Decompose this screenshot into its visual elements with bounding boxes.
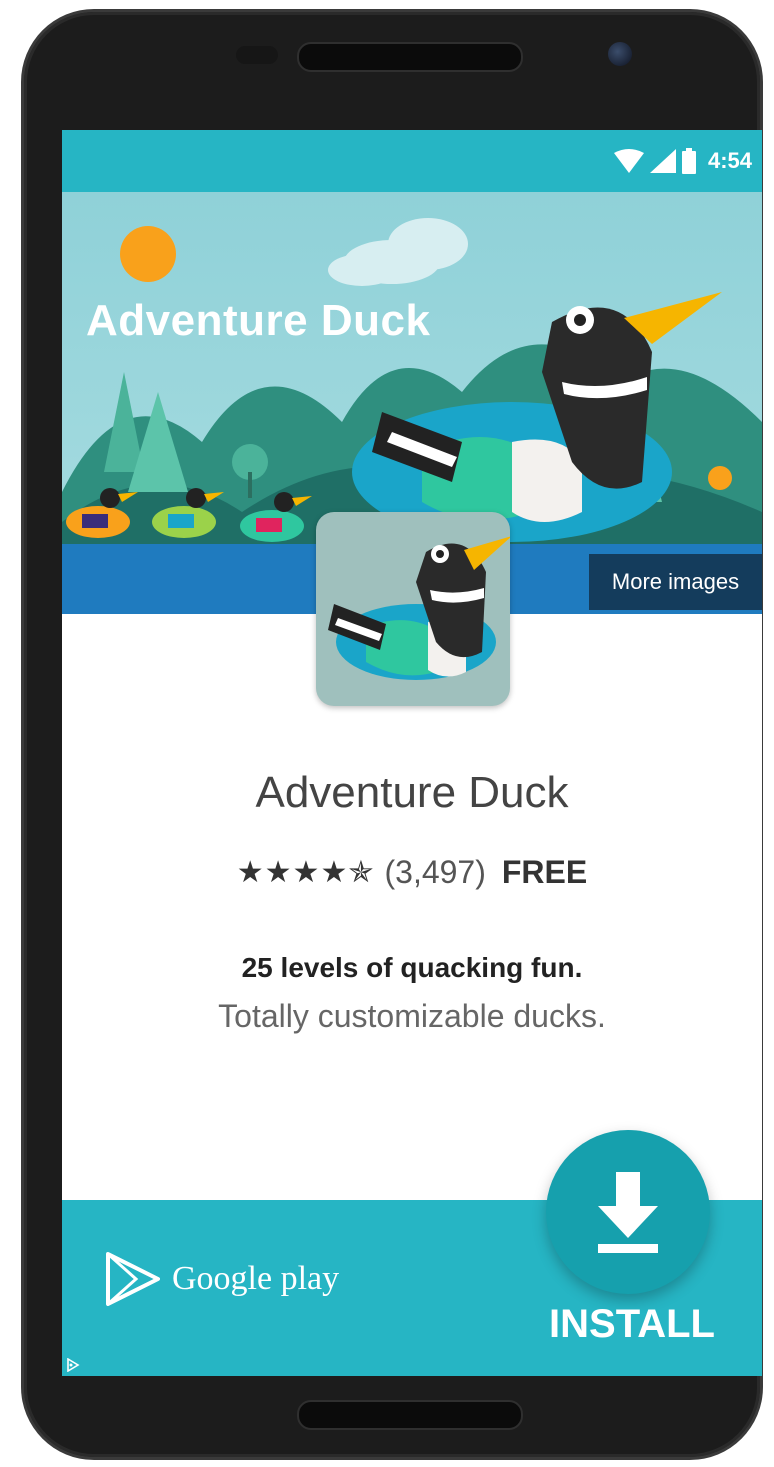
sun-icon: [120, 226, 176, 282]
banner-title: Adventure Duck: [86, 296, 431, 345]
bottom-speaker: [297, 1400, 523, 1430]
duck-icon: [328, 536, 510, 680]
install-button[interactable]: [546, 1130, 710, 1294]
flower-icon: [708, 466, 732, 490]
status-bar: 4:54: [62, 130, 762, 192]
phone-frame: 4:54 Adventure Duck More images Adventur…: [24, 12, 762, 1457]
ad-screen: 4:54 Adventure Duck More images Adventur…: [62, 130, 762, 1376]
wifi-icon: [613, 149, 644, 173]
store-name: Google play: [172, 1260, 340, 1297]
adchoices-icon[interactable]: [66, 1358, 80, 1372]
google-play-logo[interactable]: Google play: [106, 1252, 339, 1306]
rating-row: ★★★★✯ (3,497) FREE: [62, 854, 762, 891]
tagline-secondary: Totally customizable ducks.: [218, 998, 606, 1034]
app-icon[interactable]: [316, 512, 510, 706]
cloud-icon: [328, 218, 468, 286]
tagline-primary: 25 levels of quacking fun.: [241, 952, 583, 983]
front-camera: [608, 42, 632, 66]
clock: 4:54: [707, 148, 752, 173]
price-label: FREE: [501, 854, 588, 890]
play-store-icon: [106, 1252, 160, 1306]
download-icon: [598, 1172, 658, 1253]
status-icons: 4:54: [613, 148, 752, 174]
proximity-sensor: [236, 46, 278, 64]
battery-icon: [681, 148, 696, 174]
install-label[interactable]: INSTALL: [532, 1302, 732, 1347]
cellular-signal-icon: [649, 149, 676, 173]
rating-count: (3,497): [384, 854, 486, 890]
earpiece-speaker: [297, 42, 523, 72]
more-images-button[interactable]: More images: [589, 554, 762, 610]
star-rating-icon: ★★★★✯: [236, 856, 375, 889]
app-name: Adventure Duck: [255, 768, 569, 817]
